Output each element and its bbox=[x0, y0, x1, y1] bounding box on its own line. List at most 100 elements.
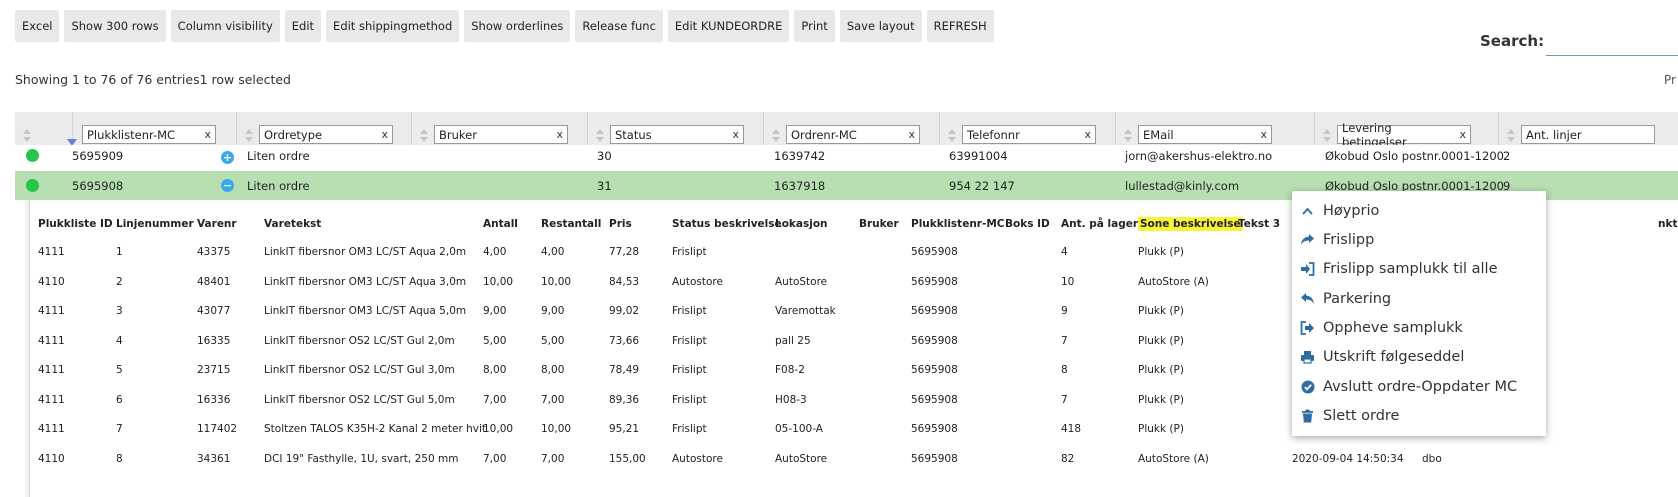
filter-ordretype[interactable]: Ordretype x bbox=[259, 125, 393, 144]
cell-antall: 10,00 bbox=[483, 275, 514, 288]
search-input[interactable] bbox=[1546, 27, 1678, 56]
cell-plukklistenr-mc: 5695908 bbox=[911, 305, 958, 317]
col-sone-beskrivelse[interactable]: Sone beskrivelse bbox=[1138, 217, 1243, 231]
sort-icon[interactable] bbox=[23, 129, 31, 143]
column-visibility-button[interactable]: Column visibility bbox=[170, 10, 280, 42]
expand-row-icon[interactable]: + bbox=[221, 151, 234, 164]
cell-varetekst: DCI 19" Fasthylle, 1U, svart, 250 mm bbox=[264, 452, 459, 465]
col-boks-id[interactable]: Boks ID bbox=[1005, 218, 1050, 230]
col-ant-pa-lager[interactable]: Ant. på lager bbox=[1061, 218, 1138, 230]
clear-filter-icon[interactable]: x bbox=[1459, 128, 1466, 141]
menu-item-label: Slett ordre bbox=[1323, 407, 1400, 424]
menu-item-frislipp-samplukk[interactable]: Frislipp samplukk til alle bbox=[1292, 254, 1546, 283]
col-bruker[interactable]: Bruker bbox=[859, 218, 899, 230]
cell-plukkliste-id: 4110 bbox=[38, 275, 65, 288]
menu-item-label: Parkering bbox=[1323, 290, 1392, 307]
clear-filter-icon[interactable]: x bbox=[381, 128, 388, 141]
menu-item-avslutt-ordre[interactable]: Avslutt ordre-Oppdater MC bbox=[1292, 372, 1546, 401]
sort-icon[interactable] bbox=[1507, 129, 1515, 143]
collapse-row-icon[interactable]: − bbox=[221, 179, 234, 192]
filter-telefonnr[interactable]: Telefonnr x bbox=[962, 125, 1096, 144]
menu-item-oppheve-samplukk[interactable]: Oppheve samplukk bbox=[1292, 313, 1546, 342]
cell-varenr: 16335 bbox=[197, 334, 231, 347]
show-300-rows-button[interactable]: Show 300 rows bbox=[64, 10, 166, 42]
menu-item-slett-ordre[interactable]: Slett ordre bbox=[1292, 401, 1546, 430]
cell-sone-beskrivelse: AutoStore (A) bbox=[1138, 275, 1209, 288]
clear-filter-icon[interactable]: x bbox=[908, 128, 915, 141]
cell-status-beskrivelse: Frislipt bbox=[672, 334, 707, 347]
filter-status[interactable]: Status x bbox=[610, 125, 744, 144]
cell-plukkliste-id: 4110 bbox=[38, 452, 65, 465]
col-plukkliste-id[interactable]: Plukkliste ID bbox=[38, 218, 113, 230]
col-partial[interactable]: nkt bbox=[1658, 218, 1677, 230]
cell-varenr: 43375 bbox=[197, 246, 231, 258]
col-status-beskrivelse[interactable]: Status beskrivelse bbox=[672, 218, 782, 230]
filter-ant-linjer[interactable]: Ant. linjer bbox=[1521, 125, 1655, 144]
filter-levering[interactable]: Levering betingelser x bbox=[1337, 121, 1471, 149]
clear-filter-icon[interactable]: x bbox=[556, 128, 563, 141]
sort-icon[interactable] bbox=[245, 129, 253, 143]
toolbar: Excel Show 300 rows Column visibility Ed… bbox=[15, 10, 994, 42]
col-linjenummer[interactable]: Linjenummer bbox=[116, 218, 194, 230]
cell-sone-beskrivelse: Plukk (P) bbox=[1138, 393, 1184, 406]
col-varenr[interactable]: Varenr bbox=[197, 218, 237, 230]
filter-plukklistenr[interactable]: Plukklistenr-MC x bbox=[82, 125, 216, 144]
edit-button[interactable]: Edit bbox=[284, 10, 322, 42]
menu-item-frislipp[interactable]: Frislipp bbox=[1292, 225, 1546, 254]
sort-icon[interactable] bbox=[596, 129, 604, 143]
cell-ordretype: Liten ordre bbox=[247, 179, 310, 193]
cell-varetekst: Stoltzen TALOS K35H-2 Kanal 2 meter hvit bbox=[264, 423, 486, 435]
cell-lokasjon: Varemottak bbox=[775, 305, 836, 317]
cell-antall: 5,00 bbox=[483, 334, 507, 347]
col-varetekst[interactable]: Varetekst bbox=[264, 218, 321, 230]
col-lokasjon[interactable]: Lokasjon bbox=[775, 218, 828, 230]
edit-shippingmethod-button[interactable]: Edit shippingmethod bbox=[326, 10, 460, 42]
sort-icon[interactable] bbox=[948, 129, 956, 143]
cell-plukkliste-id: 4111 bbox=[38, 334, 65, 347]
sort-icon[interactable] bbox=[772, 129, 780, 143]
clear-filter-icon[interactable]: x bbox=[732, 128, 739, 141]
col-plukklistenr-mc[interactable]: Plukklistenr-MC bbox=[911, 218, 1005, 230]
excel-button[interactable]: Excel bbox=[15, 10, 60, 42]
print-button[interactable]: Print bbox=[794, 10, 835, 42]
cell-plukklistenr-mc: 5695908 bbox=[911, 246, 958, 258]
orderline-row[interactable]: 4110 8 34361 DCI 19" Fasthylle, 1U, svart, … bbox=[30, 445, 1678, 472]
cell-antall: 10,00 bbox=[483, 423, 514, 435]
menu-item-parkering[interactable]: Parkering bbox=[1292, 284, 1546, 313]
sort-icon[interactable] bbox=[1323, 129, 1331, 143]
cell-pris: 89,36 bbox=[609, 393, 640, 406]
filter-bruker[interactable]: Bruker x bbox=[434, 125, 568, 144]
sort-icon[interactable] bbox=[420, 129, 428, 143]
menu-item-utskrift-folgeseddel[interactable]: Utskrift følgeseddel bbox=[1292, 342, 1546, 371]
cell-antall: 8,00 bbox=[483, 364, 507, 376]
clear-filter-icon[interactable]: x bbox=[1260, 128, 1267, 141]
col-antall[interactable]: Antall bbox=[483, 218, 518, 230]
show-orderlines-button[interactable]: Show orderlines bbox=[464, 10, 571, 42]
save-layout-button[interactable]: Save layout bbox=[839, 10, 922, 42]
col-restantall[interactable]: Restantall bbox=[541, 218, 601, 230]
col-pris[interactable]: Pris bbox=[609, 218, 632, 230]
cell-lokasjon: AutoStore bbox=[775, 275, 828, 288]
menu-item-hoyprio[interactable]: Høyprio bbox=[1292, 196, 1546, 225]
col-tekst-3[interactable]: Tekst 3 bbox=[1238, 218, 1280, 230]
cell-plukklistenr-mc: 5695908 bbox=[911, 393, 958, 406]
cell-linjenummer: 8 bbox=[116, 452, 123, 465]
cell-plukklistenr-mc: 5695908 bbox=[911, 334, 958, 347]
cell-telefonnr: 954 22 147 bbox=[949, 179, 1015, 193]
clear-filter-icon[interactable]: x bbox=[1084, 128, 1091, 141]
cell-ordrenr: 1639742 bbox=[774, 149, 826, 163]
cell-pris: 77,28 bbox=[609, 246, 640, 258]
edit-kundeordre-button[interactable]: Edit KUNDEORDRE bbox=[667, 10, 790, 42]
table-row[interactable]: 5695909 + Liten ordre 30 1639742 6399100… bbox=[15, 145, 1678, 171]
refresh-button[interactable]: REFRESH bbox=[926, 10, 994, 42]
cell-restantall: 4,00 bbox=[541, 246, 565, 258]
cell-varenr: 23715 bbox=[197, 364, 231, 376]
filter-email[interactable]: EMail x bbox=[1138, 125, 1272, 144]
cell-ordrenr: 1637918 bbox=[774, 179, 826, 193]
cell-pris: 155,00 bbox=[609, 452, 646, 465]
release-func-button[interactable]: Release func bbox=[575, 10, 663, 42]
cell-linjenummer: 4 bbox=[116, 334, 123, 347]
sort-icon[interactable] bbox=[1124, 129, 1132, 143]
clear-filter-icon[interactable]: x bbox=[204, 128, 211, 141]
filter-ordrenr[interactable]: Ordrenr-MC x bbox=[786, 125, 920, 144]
